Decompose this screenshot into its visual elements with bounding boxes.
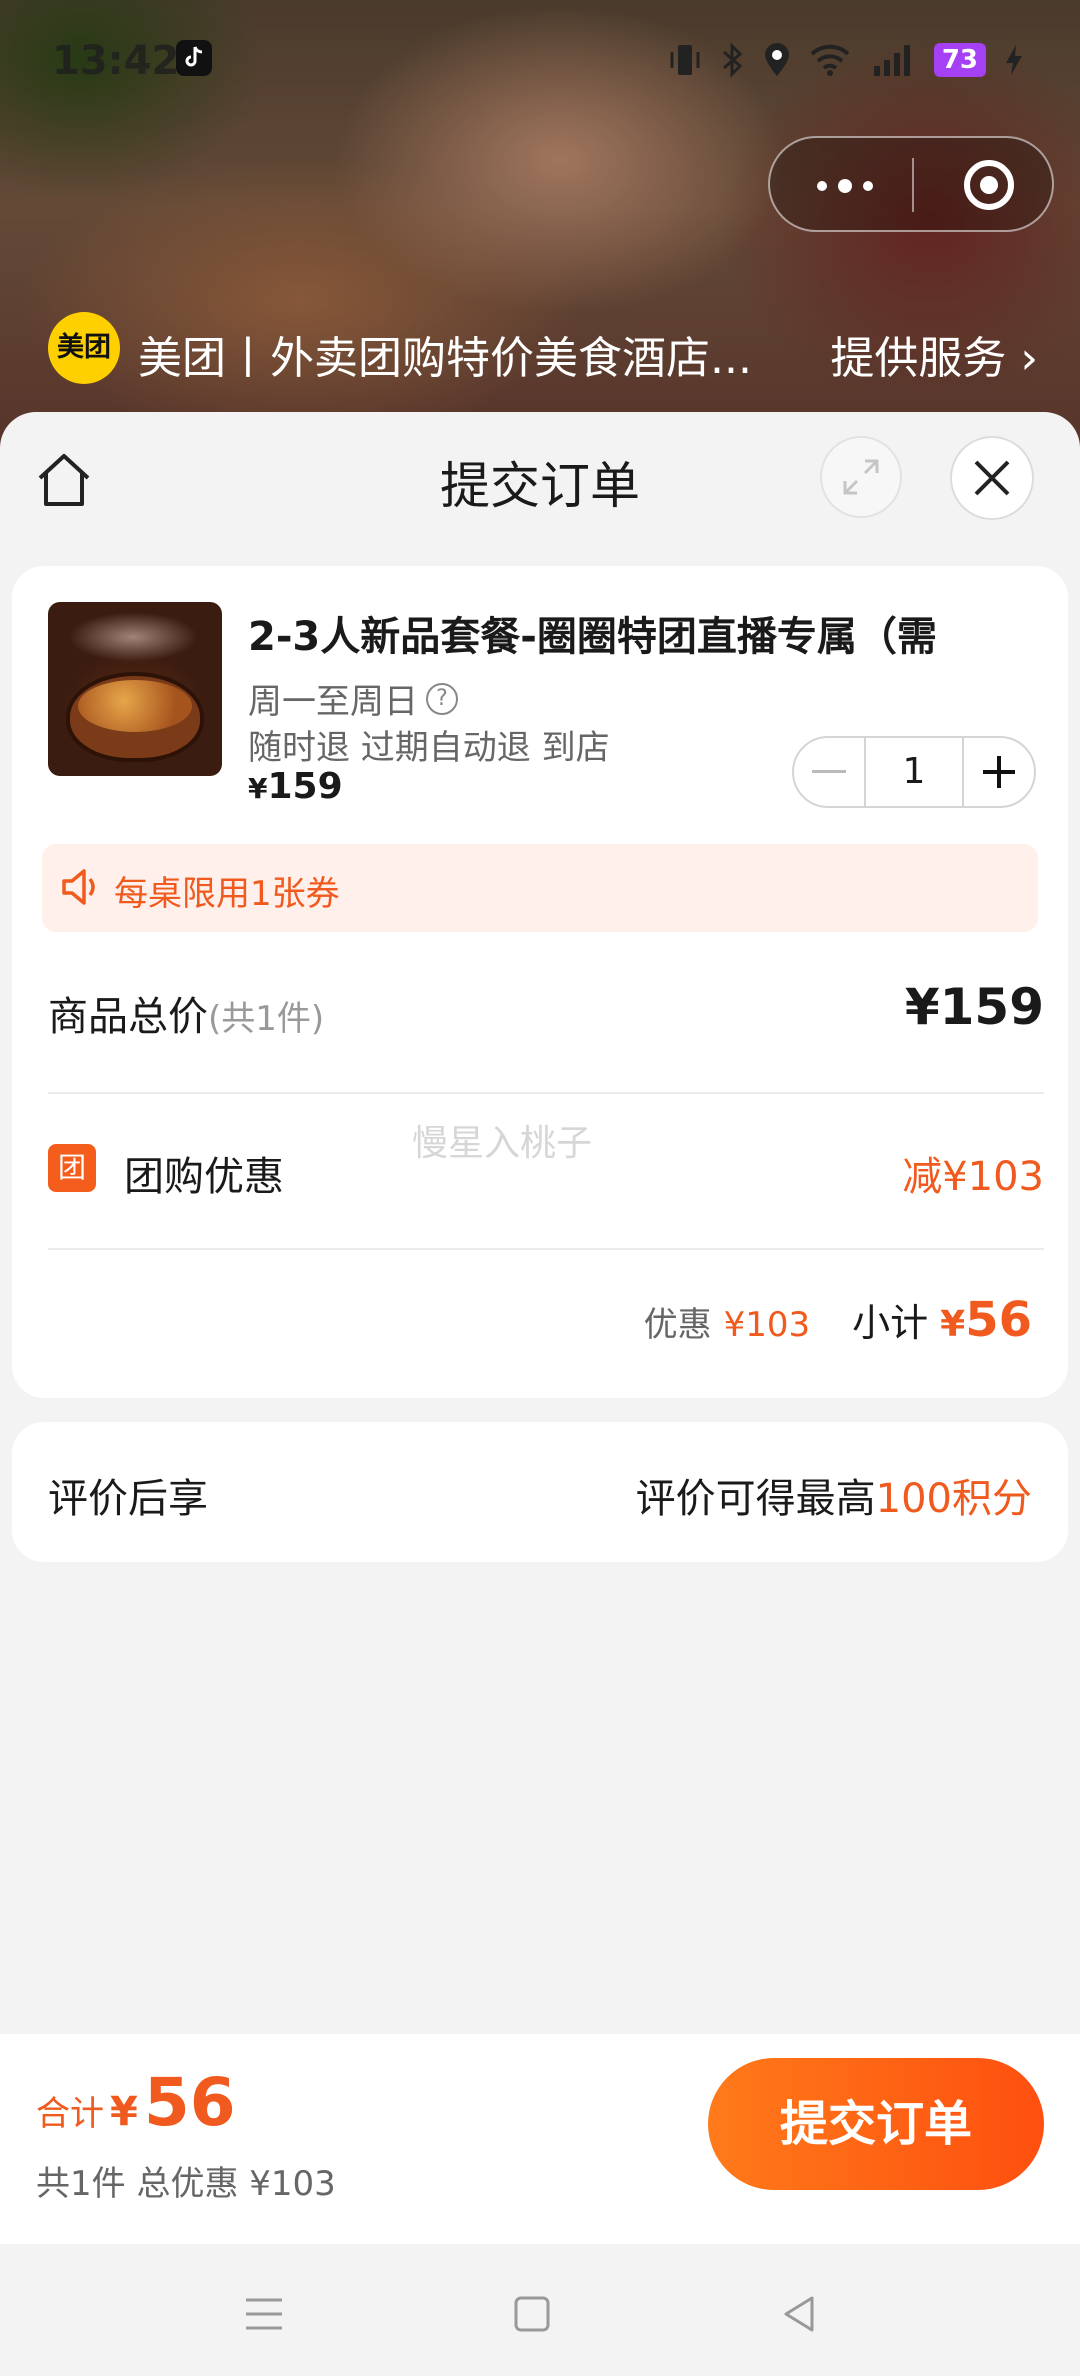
product-price-value: 159 (267, 766, 343, 807)
status-bar: 13:42 73 (0, 32, 1080, 96)
product-refund-policy: 随时退 过期自动退 到店 (248, 728, 610, 768)
service-provider-label: 提供服务 (830, 333, 1007, 384)
product-valid-days: 周一至周日 ? (248, 674, 458, 723)
product-price-symbol: ¥ (248, 772, 268, 805)
battery-level: 73 (933, 43, 986, 77)
saving-amount: ¥103 (723, 1305, 811, 1345)
mini-program-name: 美团丨外卖团购特价美食酒店... (138, 333, 752, 384)
expand-button[interactable] (820, 436, 902, 518)
mini-program-brand-row[interactable]: 美团 美团丨外卖团购特价美食酒店... 提供服务 › (48, 312, 1038, 384)
quantity-stepper: 1 (792, 736, 1036, 808)
charging-icon (1006, 45, 1022, 75)
goods-total-amount: ¥159 (904, 978, 1044, 1036)
back-icon[interactable] (770, 2284, 830, 2344)
decrease-quantity-button[interactable] (794, 738, 864, 806)
checkout-bar: 合计 ¥ 56 共1件 总优惠 ¥103 提交订单 (0, 2034, 1080, 2244)
product-title: 2-3人新品套餐-圈圈特团直播专属（需 (248, 614, 937, 660)
subtotal-symbol: ¥ (940, 1304, 966, 1345)
product-image (48, 602, 222, 776)
product-image-soup (78, 680, 192, 732)
review-reward-label: 评价后享 (48, 1476, 208, 1522)
service-provider-link[interactable]: 提供服务 › (830, 322, 1038, 386)
coupon-limit-text: 每桌限用1张券 (114, 874, 340, 914)
goods-total-row: 商品总价(共1件) ¥159 (48, 978, 1044, 1048)
exit-mini-program-icon[interactable] (962, 158, 1016, 212)
system-navigation-bar (0, 2244, 1080, 2376)
divider (48, 1092, 1044, 1094)
review-reward-info: 评价可得最高100积分 (636, 1466, 1032, 1524)
subtotal-amount: ¥56 (940, 1292, 1032, 1348)
order-card: 2-3人新品套餐-圈圈特团直播专属（需 周一至周日 ? 随时退 过期自动退 到店… (12, 566, 1068, 1398)
speaker-icon (62, 869, 95, 905)
wifi-icon (810, 44, 850, 76)
quantity-value[interactable]: 1 (864, 738, 964, 806)
order-total-symbol: ¥ (110, 2089, 138, 2135)
increase-quantity-button[interactable] (964, 738, 1034, 806)
saving-label: 优惠 (643, 1305, 712, 1345)
order-total-label: 合计 (36, 2094, 104, 2134)
group-buy-discount-label: 团购优惠 (124, 1154, 284, 1200)
goods-count: (共1件) (208, 999, 325, 1039)
review-reward-card[interactable]: 评价后享 评价可得最高100积分 (12, 1422, 1068, 1562)
chevron-right-icon: › (1006, 333, 1038, 384)
plus-icon (983, 756, 1015, 788)
mini-program-capsule (768, 136, 1054, 232)
order-summary-text: 共1件 总优惠 ¥103 (36, 2164, 336, 2204)
sheet-header: 提交订单 (0, 412, 1080, 552)
capsule-divider (912, 158, 914, 212)
product-price: ¥159 (248, 766, 343, 807)
coupon-limit-notice: 每桌限用1张券 (42, 844, 1038, 932)
close-icon (974, 460, 1010, 496)
home-nav-icon[interactable] (502, 2284, 562, 2344)
product-image-steam (68, 612, 198, 662)
meituan-logo: 美团 (48, 312, 120, 384)
more-options-icon[interactable] (810, 166, 880, 206)
subtotal-label: 小计 (852, 1301, 929, 1345)
group-buy-discount-amount: 减¥103 (902, 1154, 1044, 1200)
group-buy-icon: 团 (48, 1144, 96, 1192)
status-icons: 73 (668, 42, 1024, 78)
order-total: 合计 ¥ 56 (36, 2064, 236, 2141)
tiktok-notification-icon (176, 40, 212, 76)
page-title: 提交订单 (440, 457, 640, 515)
menu-icon[interactable] (234, 2284, 294, 2344)
bluetooth-icon (722, 42, 743, 78)
subtotal-row: 优惠 ¥103 小计 ¥56 (644, 1292, 1032, 1348)
order-total-value: 56 (143, 2064, 236, 2141)
subtotal-value: 56 (965, 1292, 1032, 1348)
product-days-text: 周一至周日 (248, 682, 418, 722)
goods-total-label: 商品总价 (48, 994, 208, 1040)
review-reward-prefix: 评价可得最高 (635, 1476, 876, 1522)
help-icon[interactable]: ? (426, 682, 458, 715)
submit-order-button[interactable]: 提交订单 (708, 2058, 1044, 2190)
review-reward-points: 100积分 (875, 1476, 1032, 1522)
divider (48, 1248, 1044, 1250)
vibrate-icon (670, 45, 700, 75)
close-button[interactable] (950, 436, 1034, 520)
location-icon (764, 43, 789, 76)
group-buy-discount-row: 团 团购优惠 减¥103 (48, 1138, 1044, 1202)
minus-icon (812, 770, 846, 773)
status-time: 13:42 (52, 38, 180, 84)
signal-5g-icon (873, 45, 910, 76)
expand-icon (843, 459, 879, 495)
